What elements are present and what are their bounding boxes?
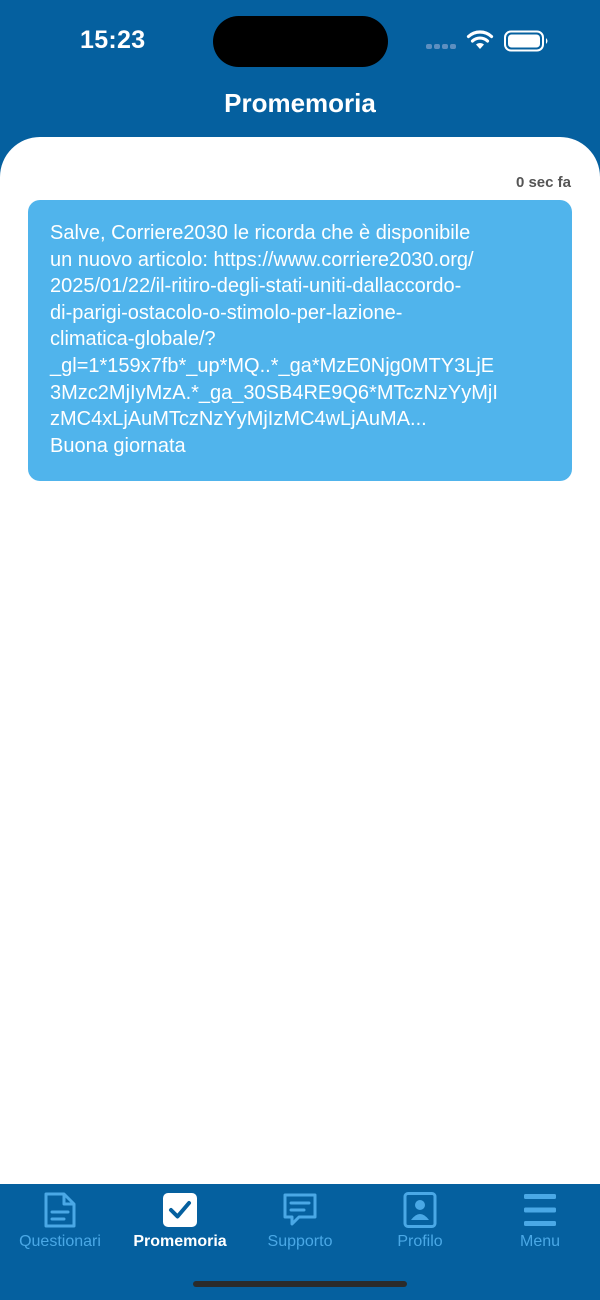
message-line: 2025/01/22/il-ritiro-degli-stati-uniti-d… [50, 275, 462, 298]
cellular-signal-icon [426, 44, 456, 50]
profile-icon [403, 1192, 437, 1228]
message-line: climatica-globale/? [50, 328, 216, 351]
tab-label: Questionari [19, 1233, 101, 1250]
message-line: zMC4xLjAuMTczNzYyMjIzMC4wLjAuMA... [50, 408, 427, 431]
message-timestamp: 0 sec fa [515, 174, 571, 191]
message-line: Salve, Corriere2030 le ricorda che è dis… [50, 222, 471, 244]
checkbox-icon [163, 1193, 197, 1227]
status-bar: 15:23 [0, 0, 600, 82]
status-time: 15:23 [80, 26, 146, 54]
message-line: un nuovo articolo: https://www.corriere2… [50, 248, 474, 271]
message-line: Buona giornata [50, 434, 186, 457]
document-icon [44, 1192, 76, 1228]
reminders-list: 0 sec fa Salve, Corriere2030 le ricorda … [0, 137, 600, 1184]
tab-supporto[interactable]: Supporto [240, 1184, 360, 1264]
message-line: 3Mzc2MjIyMzA.*_ga_30SB4RE9Q6*MTczNzYyMjI [50, 381, 498, 404]
reminder-message-bubble[interactable]: Salve, Corriere2030 le ricorda che è dis… [28, 200, 572, 481]
tab-promemoria[interactable]: Promemoria [120, 1184, 240, 1264]
tab-label: Menu [519, 1233, 561, 1250]
tab-label: Promemoria [133, 1233, 227, 1250]
tab-label: Profilo [397, 1233, 443, 1250]
message-line: _gl=1*159x7fb*_up*MQ..*_ga*MzE0Njg0MTY3L… [50, 354, 495, 377]
tab-bar: Questionari Promemoria Supporto Profilo [0, 1184, 600, 1300]
page-title: Promemoria [224, 88, 376, 118]
battery-icon [504, 30, 548, 52]
wifi-icon [466, 30, 494, 49]
chat-bubble-icon [283, 1193, 317, 1226]
home-indicator[interactable] [193, 1281, 407, 1287]
message-line: di-parigi-ostacolo-o-stimolo-per-lazione… [50, 301, 403, 324]
tab-label: Supporto [267, 1233, 333, 1250]
tab-questionari[interactable]: Questionari [0, 1184, 120, 1264]
dynamic-island [213, 16, 388, 67]
tab-profilo[interactable]: Profilo [360, 1184, 480, 1264]
tab-menu[interactable]: Menu [480, 1184, 600, 1264]
menu-icon [524, 1194, 556, 1226]
